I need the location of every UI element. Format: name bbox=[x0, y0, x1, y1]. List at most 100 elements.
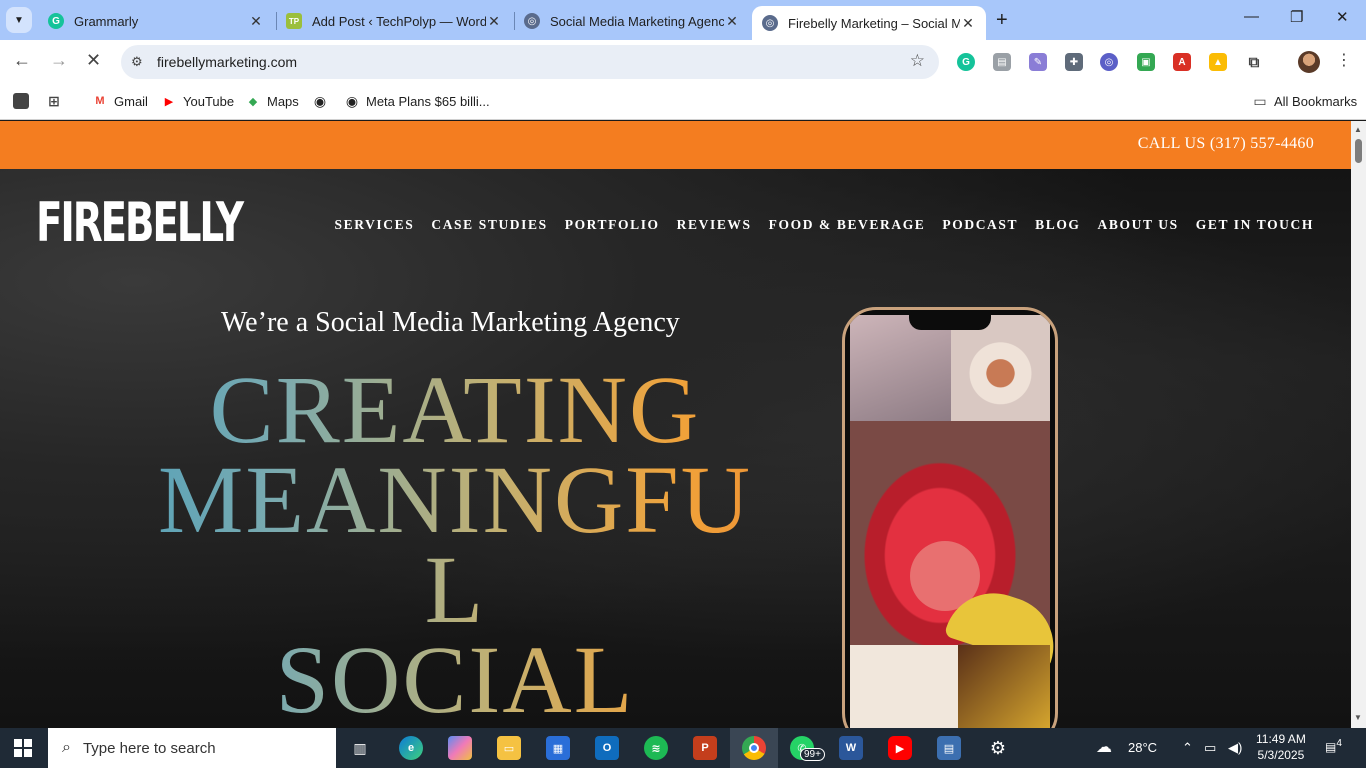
close-icon[interactable]: ✕ bbox=[960, 15, 976, 32]
calculator-icon[interactable]: ▤ bbox=[937, 736, 961, 760]
nav-case-studies[interactable]: CASE STUDIES bbox=[431, 217, 547, 233]
tab-title: Add Post ‹ TechPolyp — WordP bbox=[312, 13, 486, 29]
scrollbar-thumb[interactable] bbox=[1355, 139, 1362, 163]
call-bar: CALL US (317) 557-4460 bbox=[0, 121, 1351, 169]
tab-groups-icon[interactable] bbox=[13, 93, 35, 109]
close-window-button[interactable]: ✕ bbox=[1336, 8, 1349, 26]
circle-extension-icon[interactable]: ◎ bbox=[1100, 53, 1118, 71]
tab-techpolyp[interactable]: TP Add Post ‹ TechPolyp — WordP ✕ bbox=[276, 6, 512, 36]
bookmark-youtube[interactable]: ▶ YouTube bbox=[161, 93, 234, 109]
chrome-icon[interactable] bbox=[742, 736, 766, 760]
main-nav: SERVICES CASE STUDIES PORTFOLIO REVIEWS … bbox=[334, 217, 1314, 233]
notification-center-icon[interactable]: ▤4 bbox=[1325, 738, 1345, 756]
new-tab-button[interactable]: + bbox=[996, 9, 1008, 32]
phone-photo-beer bbox=[958, 645, 1050, 728]
nav-about-us[interactable]: ABOUT US bbox=[1098, 217, 1179, 233]
system-clock[interactable]: 11:49 AM 5/3/2025 bbox=[1256, 731, 1306, 763]
powerpoint-icon[interactable]: P bbox=[693, 736, 717, 760]
nav-podcast[interactable]: PODCAST bbox=[942, 217, 1018, 233]
address-bar[interactable]: ⚙ firebellymarketing.com ☆ bbox=[121, 45, 939, 79]
firebelly-logo[interactable]: FIREBELLY bbox=[36, 191, 244, 256]
apps-grid-icon[interactable]: ⊞ bbox=[46, 93, 68, 109]
phone-mockup bbox=[842, 307, 1058, 728]
site-info-icon[interactable]: ⚙ bbox=[131, 54, 147, 70]
bookmark-meta-article[interactable]: ◉ Meta Plans $65 billi... bbox=[344, 93, 490, 109]
weather-cloud-icon[interactable]: ☁ bbox=[1096, 737, 1112, 757]
call-us-link[interactable]: CALL US (317) 557-4460 bbox=[1138, 135, 1314, 153]
clock-time: 11:49 AM bbox=[1256, 732, 1306, 746]
restore-button[interactable]: ❐ bbox=[1290, 8, 1303, 26]
search-placeholder: Type here to search bbox=[82, 739, 216, 757]
whatsapp-badge: 99+ bbox=[800, 748, 825, 761]
bookmark-site[interactable]: ◉ bbox=[312, 93, 334, 109]
all-bookmarks-button[interactable]: ▭ All Bookmarks bbox=[1252, 93, 1357, 109]
nav-food-beverage[interactable]: FOOD & BEVERAGE bbox=[769, 217, 926, 233]
bookmark-gmail[interactable]: M Gmail bbox=[92, 93, 148, 109]
tab-title: Social Media Marketing Agency bbox=[550, 13, 724, 29]
outlook-icon[interactable]: O bbox=[595, 736, 619, 760]
bookmark-maps[interactable]: ◆ Maps bbox=[245, 93, 299, 109]
back-button[interactable]: ← bbox=[13, 50, 31, 71]
task-view-icon[interactable]: ▥ bbox=[348, 736, 372, 760]
android-extension-icon[interactable]: ▣ bbox=[1137, 53, 1155, 71]
close-icon[interactable]: ✕ bbox=[724, 13, 740, 30]
hero-headline: CREATING MEANINGFU L SOCIAL bbox=[0, 362, 910, 728]
drive-extension-icon[interactable]: ▲ bbox=[1209, 53, 1227, 71]
feather-extension-icon[interactable]: ✎ bbox=[1029, 53, 1047, 71]
tab-firebelly[interactable]: ◎ Firebelly Marketing – Social Me ✕ bbox=[752, 6, 986, 40]
microsoft-store-icon[interactable]: ▦ bbox=[546, 736, 570, 760]
close-icon[interactable]: ✕ bbox=[248, 13, 264, 30]
volume-icon[interactable]: ◀) bbox=[1228, 740, 1242, 756]
nav-services[interactable]: SERVICES bbox=[334, 217, 414, 233]
grammarly-extension-icon[interactable]: G bbox=[957, 53, 975, 71]
page-scrollbar[interactable]: ▲ ▼ bbox=[1351, 121, 1366, 728]
tab-social-media-agency[interactable]: ◎ Social Media Marketing Agency ✕ bbox=[514, 6, 750, 36]
extensions-puzzle-icon[interactable]: ⧉ bbox=[1245, 53, 1263, 71]
settings-gear-icon[interactable]: ⚙ bbox=[986, 736, 1010, 760]
tab-title: Firebelly Marketing – Social Me bbox=[788, 15, 960, 31]
puzzle-extension-icon[interactable]: ✚ bbox=[1065, 53, 1083, 71]
windows-start-icon[interactable] bbox=[14, 739, 32, 757]
url-text[interactable]: firebellymarketing.com bbox=[157, 54, 297, 70]
chevron-up-icon[interactable]: ⌃ bbox=[1182, 740, 1193, 756]
word-icon[interactable]: W bbox=[839, 736, 863, 760]
scroll-up-icon[interactable]: ▲ bbox=[1354, 125, 1362, 134]
network-icon[interactable]: ▭ bbox=[1204, 740, 1216, 756]
copilot-icon[interactable] bbox=[448, 736, 472, 760]
pdf-extension-icon[interactable]: A bbox=[1173, 53, 1191, 71]
extension-icon[interactable]: ▤ bbox=[993, 53, 1011, 71]
page-viewport: CALL US (317) 557-4460 FIREBELLY SERVICE… bbox=[0, 121, 1351, 728]
menu-dots-icon[interactable]: ⋮ bbox=[1336, 50, 1352, 70]
file-explorer-icon[interactable]: ▭ bbox=[497, 736, 521, 760]
globe-icon: ◉ bbox=[345, 92, 359, 109]
phone-photo-cocktail bbox=[850, 421, 1055, 670]
tab-search-button[interactable]: ▼ bbox=[6, 7, 32, 33]
nav-portfolio[interactable]: PORTFOLIO bbox=[565, 217, 660, 233]
stop-loading-button[interactable]: ✕ bbox=[86, 50, 101, 71]
nav-get-in-touch[interactable]: GET IN TOUCH bbox=[1196, 217, 1314, 233]
edge-icon[interactable]: e bbox=[399, 736, 423, 760]
search-icon: ⌕ bbox=[62, 739, 71, 756]
clock-date: 5/3/2025 bbox=[1257, 748, 1305, 762]
minimize-button[interactable]: — bbox=[1244, 8, 1259, 25]
tab-grammarly[interactable]: G Grammarly ✕ bbox=[38, 6, 274, 36]
headline-line: CREATING bbox=[0, 362, 910, 458]
chevron-down-icon: ▼ bbox=[14, 14, 24, 26]
profile-avatar[interactable] bbox=[1298, 51, 1320, 73]
bookmark-star-icon[interactable]: ☆ bbox=[910, 51, 925, 71]
youtube-app-icon[interactable]: ▶ bbox=[888, 736, 912, 760]
taskbar-search[interactable]: ⌕ Type here to search bbox=[48, 728, 336, 768]
forward-button[interactable]: → bbox=[50, 50, 68, 71]
spotify-icon[interactable]: ≋ bbox=[644, 736, 668, 760]
site-icon: ◎ bbox=[762, 15, 778, 31]
bookmark-label: Maps bbox=[267, 93, 299, 109]
bookmark-label: Gmail bbox=[114, 93, 148, 109]
close-icon[interactable]: ✕ bbox=[486, 13, 502, 30]
headline-line: SOCIAL bbox=[0, 632, 910, 728]
scroll-down-icon[interactable]: ▼ bbox=[1354, 713, 1362, 722]
weather-temp[interactable]: 28°C bbox=[1128, 740, 1157, 755]
nav-blog[interactable]: BLOG bbox=[1035, 217, 1080, 233]
hero-section: FIREBELLY SERVICES CASE STUDIES PORTFOLI… bbox=[0, 169, 1351, 728]
nav-reviews[interactable]: REVIEWS bbox=[677, 217, 752, 233]
phone-photo-cream bbox=[850, 645, 958, 728]
